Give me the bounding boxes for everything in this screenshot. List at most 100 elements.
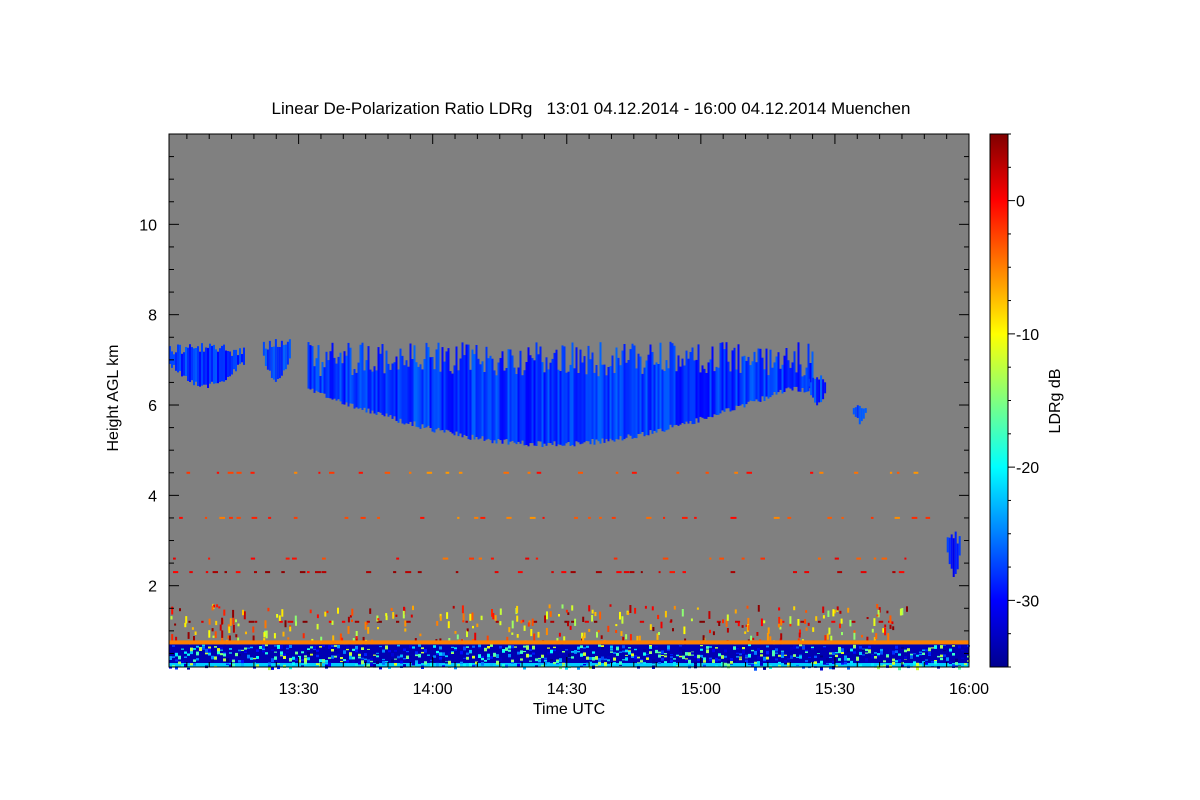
noise-speck <box>876 604 879 609</box>
noise-speck <box>236 516 241 519</box>
noise-speck <box>474 516 479 519</box>
surface-speck <box>214 656 217 660</box>
noise-speck <box>588 628 591 632</box>
surface-speck <box>958 645 961 649</box>
noise-speck <box>805 627 808 631</box>
cloud-column <box>465 344 468 436</box>
noise-speck <box>925 516 931 519</box>
noise-speck <box>328 620 332 623</box>
surface-speck <box>661 657 664 661</box>
surface-speck <box>484 658 487 660</box>
noise-speck <box>887 633 890 641</box>
surface-speck <box>244 647 247 650</box>
noise-speck <box>235 571 241 574</box>
cloud-column <box>199 351 201 387</box>
noise-speck <box>529 516 536 519</box>
surface-speck <box>346 648 349 651</box>
noise-speck <box>265 630 268 639</box>
surface-speck <box>403 664 406 667</box>
noise-speck <box>499 608 502 615</box>
noise-speck <box>766 632 769 641</box>
surface-speck <box>862 648 865 650</box>
cloud-column <box>671 343 674 428</box>
noise-speck <box>227 471 234 474</box>
cloud-column <box>443 361 446 433</box>
surface-speck <box>826 659 829 662</box>
noise-speck <box>856 557 861 560</box>
surface-speck <box>232 659 235 663</box>
cloud-column <box>777 352 780 393</box>
noise-speck <box>839 623 841 629</box>
noise-speck <box>366 571 372 574</box>
surface-speck <box>289 665 292 670</box>
surface-speck <box>340 649 343 652</box>
surface-speck <box>505 648 508 651</box>
noise-speck <box>812 627 815 632</box>
noise-speck <box>344 516 349 519</box>
noise-speck <box>828 627 831 635</box>
surface-speck <box>418 662 421 664</box>
cloud-column <box>567 371 570 442</box>
surface-speck <box>895 660 898 663</box>
cloud-column <box>757 348 760 402</box>
surface-speck <box>364 653 367 656</box>
surface-speck <box>262 650 265 653</box>
noise-speck <box>878 620 884 623</box>
cloud-column <box>341 363 344 405</box>
surface-speck <box>814 661 817 664</box>
surface-speck <box>334 649 337 652</box>
cloud-column <box>683 365 686 425</box>
cloud-column <box>323 367 326 394</box>
surface-speck <box>583 663 586 666</box>
noise-speck <box>737 622 740 627</box>
noise-speck <box>315 571 321 574</box>
noise-speck <box>212 635 215 638</box>
cloud-column <box>858 405 861 425</box>
noise-speck <box>458 471 463 474</box>
surface-speck <box>271 658 274 663</box>
surface-speck <box>706 649 709 654</box>
cloud-column <box>619 365 622 437</box>
surface-speck <box>592 651 595 654</box>
surface-speck <box>538 659 541 663</box>
cloud-column <box>381 344 384 415</box>
cloud-column <box>197 346 199 386</box>
noise-speck <box>264 620 267 629</box>
surface-speck <box>310 646 313 649</box>
surface-speck <box>718 659 721 661</box>
cloud-column <box>327 360 330 398</box>
surface-speck <box>592 657 595 661</box>
surface-speck <box>766 656 769 660</box>
surface-speck <box>229 652 232 654</box>
chart-title: Linear De-Polarization Ratio LDRg 13:01 … <box>272 99 911 118</box>
noise-speck <box>616 571 622 574</box>
surface-speck <box>367 659 370 663</box>
cloud-column <box>713 371 716 415</box>
noise-speck <box>299 571 306 574</box>
noise-speck <box>807 622 810 626</box>
noise-speck <box>404 628 407 632</box>
noise-speck <box>465 620 468 623</box>
surface-speck <box>751 663 754 667</box>
cloud-column <box>481 361 484 437</box>
noise-speck <box>455 571 459 574</box>
noise-speck <box>561 571 567 574</box>
surface-speck <box>244 650 247 652</box>
surface-speck <box>352 661 355 663</box>
noise-speck <box>320 636 323 641</box>
noise-speck <box>517 571 523 574</box>
noise-speck <box>396 620 400 623</box>
surface-speck <box>724 649 727 653</box>
surface-speck <box>370 658 373 660</box>
surface-speck <box>664 661 667 664</box>
noise-speck <box>208 618 211 625</box>
surface-speck <box>277 645 280 649</box>
noise-speck <box>236 471 242 474</box>
surface-speck <box>724 655 727 658</box>
noise-speck <box>712 631 715 636</box>
surface-speck <box>250 657 253 660</box>
noise-speck <box>760 557 765 560</box>
cloud-column <box>595 365 598 440</box>
cloud-column <box>775 356 778 395</box>
noise-speck <box>719 557 724 560</box>
